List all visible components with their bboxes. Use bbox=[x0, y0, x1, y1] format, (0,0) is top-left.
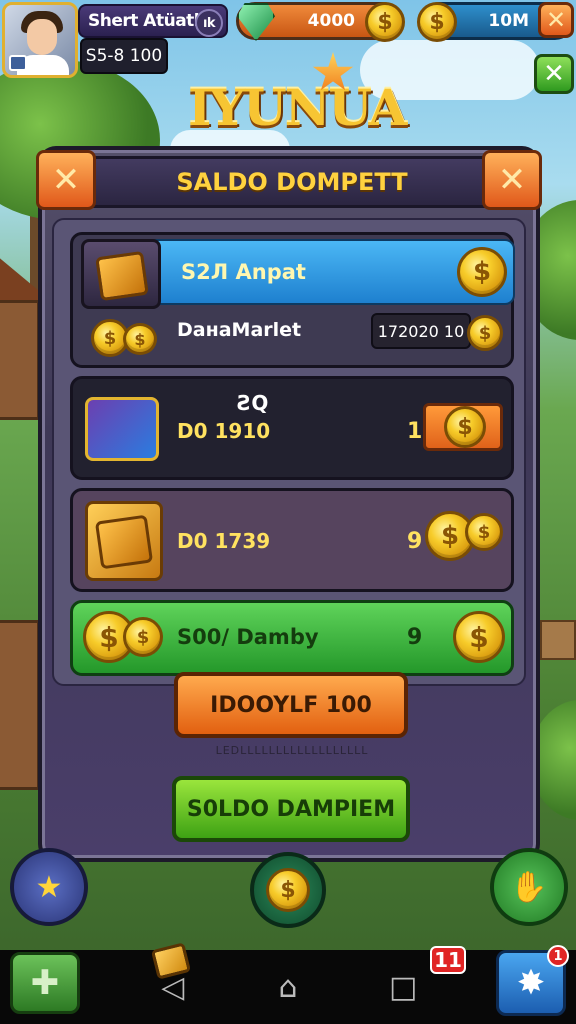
coin-icon: $ bbox=[457, 247, 507, 297]
hand-icon: ✋ bbox=[510, 869, 548, 905]
gesture-button[interactable]: ✋ bbox=[490, 848, 568, 926]
crate-item-icon bbox=[85, 501, 163, 581]
row-value: 1 bbox=[407, 419, 423, 444]
player-avatar[interactable] bbox=[2, 2, 78, 78]
row-label: D0 1739 bbox=[177, 529, 271, 553]
coin-icon: $ bbox=[123, 323, 157, 355]
social-notification-badge: 1 bbox=[547, 945, 569, 967]
wallet-row[interactable]: S2Л Anpat $ $ $ DaнaMarlet 172020 10 $ bbox=[70, 232, 515, 368]
coin-amount: 10M bbox=[488, 11, 529, 31]
gold-block-icon bbox=[95, 250, 149, 302]
side-close-button[interactable]: ✕ bbox=[534, 54, 574, 94]
dialog-close-left-button[interactable]: ✕ bbox=[36, 150, 96, 210]
avatar-level-badge bbox=[9, 55, 27, 71]
coin-icon: $ bbox=[465, 513, 503, 551]
player-level: S5-8 100 bbox=[80, 38, 168, 74]
add-button[interactable]: ✚ bbox=[10, 952, 80, 1014]
row-value: 9 bbox=[407, 625, 423, 650]
player-name-bar[interactable]: Shert Atüatlis ık bbox=[78, 4, 228, 38]
wallet-dialog: SALDO DOMPETT ✕ ✕ S2Л Anpat $ $ $ DaнaMa… bbox=[36, 146, 542, 862]
gem-counter[interactable]: 4000 $ bbox=[236, 2, 405, 42]
home-icon[interactable]: ⌂ bbox=[258, 970, 318, 1005]
coin-icon: $ bbox=[266, 868, 310, 912]
row-title: S2Л Anpat bbox=[181, 260, 306, 284]
social-button[interactable]: ✸ 1 bbox=[496, 945, 569, 1016]
wallet-row[interactable]: D0 1739 9 $ $ bbox=[70, 488, 514, 592]
collect-button[interactable]: $ bbox=[423, 403, 503, 451]
favorites-button[interactable]: ★ bbox=[10, 848, 88, 926]
coin-icon: $ bbox=[123, 617, 163, 657]
row-value: 172020 10 bbox=[371, 313, 471, 349]
coin-icon: $ bbox=[417, 2, 457, 42]
deposit-button[interactable]: IDOOYLF 100 bbox=[174, 672, 408, 738]
coin-icon: $ bbox=[365, 2, 405, 42]
coin-icon: $ bbox=[467, 315, 503, 351]
recent-apps-icon[interactable]: □ bbox=[373, 970, 433, 1005]
treasure-chest-icon bbox=[81, 239, 161, 309]
top-close-button[interactable]: ✕ bbox=[538, 2, 574, 38]
row-label: S00/ Damby bbox=[177, 625, 319, 649]
wallet-row[interactable]: ƧQ D0 1910 1 $ bbox=[70, 376, 514, 480]
row-title-bar: S2Л Anpat $ bbox=[133, 239, 515, 305]
game-logo: IYUNUA bbox=[188, 78, 407, 137]
row-title: ƧQ bbox=[237, 391, 269, 415]
dialog-title: SALDO DOMPETT bbox=[82, 156, 502, 208]
wallet-row[interactable]: $ $ S00/ Damby 9 $ bbox=[70, 600, 514, 676]
system-nav-bar: ✚ ◁ ⌂ □ 11 ✸ 1 bbox=[0, 945, 576, 1024]
balance-button[interactable]: S0LDO DAMPIEM bbox=[172, 776, 410, 842]
notification-badge: 11 bbox=[430, 946, 466, 974]
blade-item-icon bbox=[85, 397, 159, 461]
deposit-caption: LEDLLLLLLLLLLLLLLLLLL bbox=[215, 744, 369, 757]
row-label: D0 1910 bbox=[177, 419, 271, 443]
gem-icon bbox=[237, 3, 275, 41]
player-rank-badge: ık bbox=[195, 9, 223, 37]
fence bbox=[540, 620, 576, 660]
crate-icon bbox=[94, 514, 154, 570]
star-icon: ★ bbox=[35, 869, 63, 905]
avatar-face bbox=[27, 19, 57, 55]
dialog-close-right-button[interactable]: ✕ bbox=[482, 150, 542, 210]
house bbox=[0, 620, 40, 790]
house bbox=[0, 300, 40, 420]
gem-amount: 4000 bbox=[307, 11, 355, 31]
plus-icon: ✚ bbox=[30, 963, 60, 1003]
row-value: 9 bbox=[407, 529, 423, 554]
coin-icon: $ bbox=[444, 406, 486, 448]
row-label: DaнaMarlet bbox=[177, 319, 302, 341]
coin-icon: $ bbox=[453, 611, 505, 663]
shop-button[interactable]: $ bbox=[250, 852, 326, 928]
burst-icon: ✸ bbox=[516, 963, 546, 1003]
